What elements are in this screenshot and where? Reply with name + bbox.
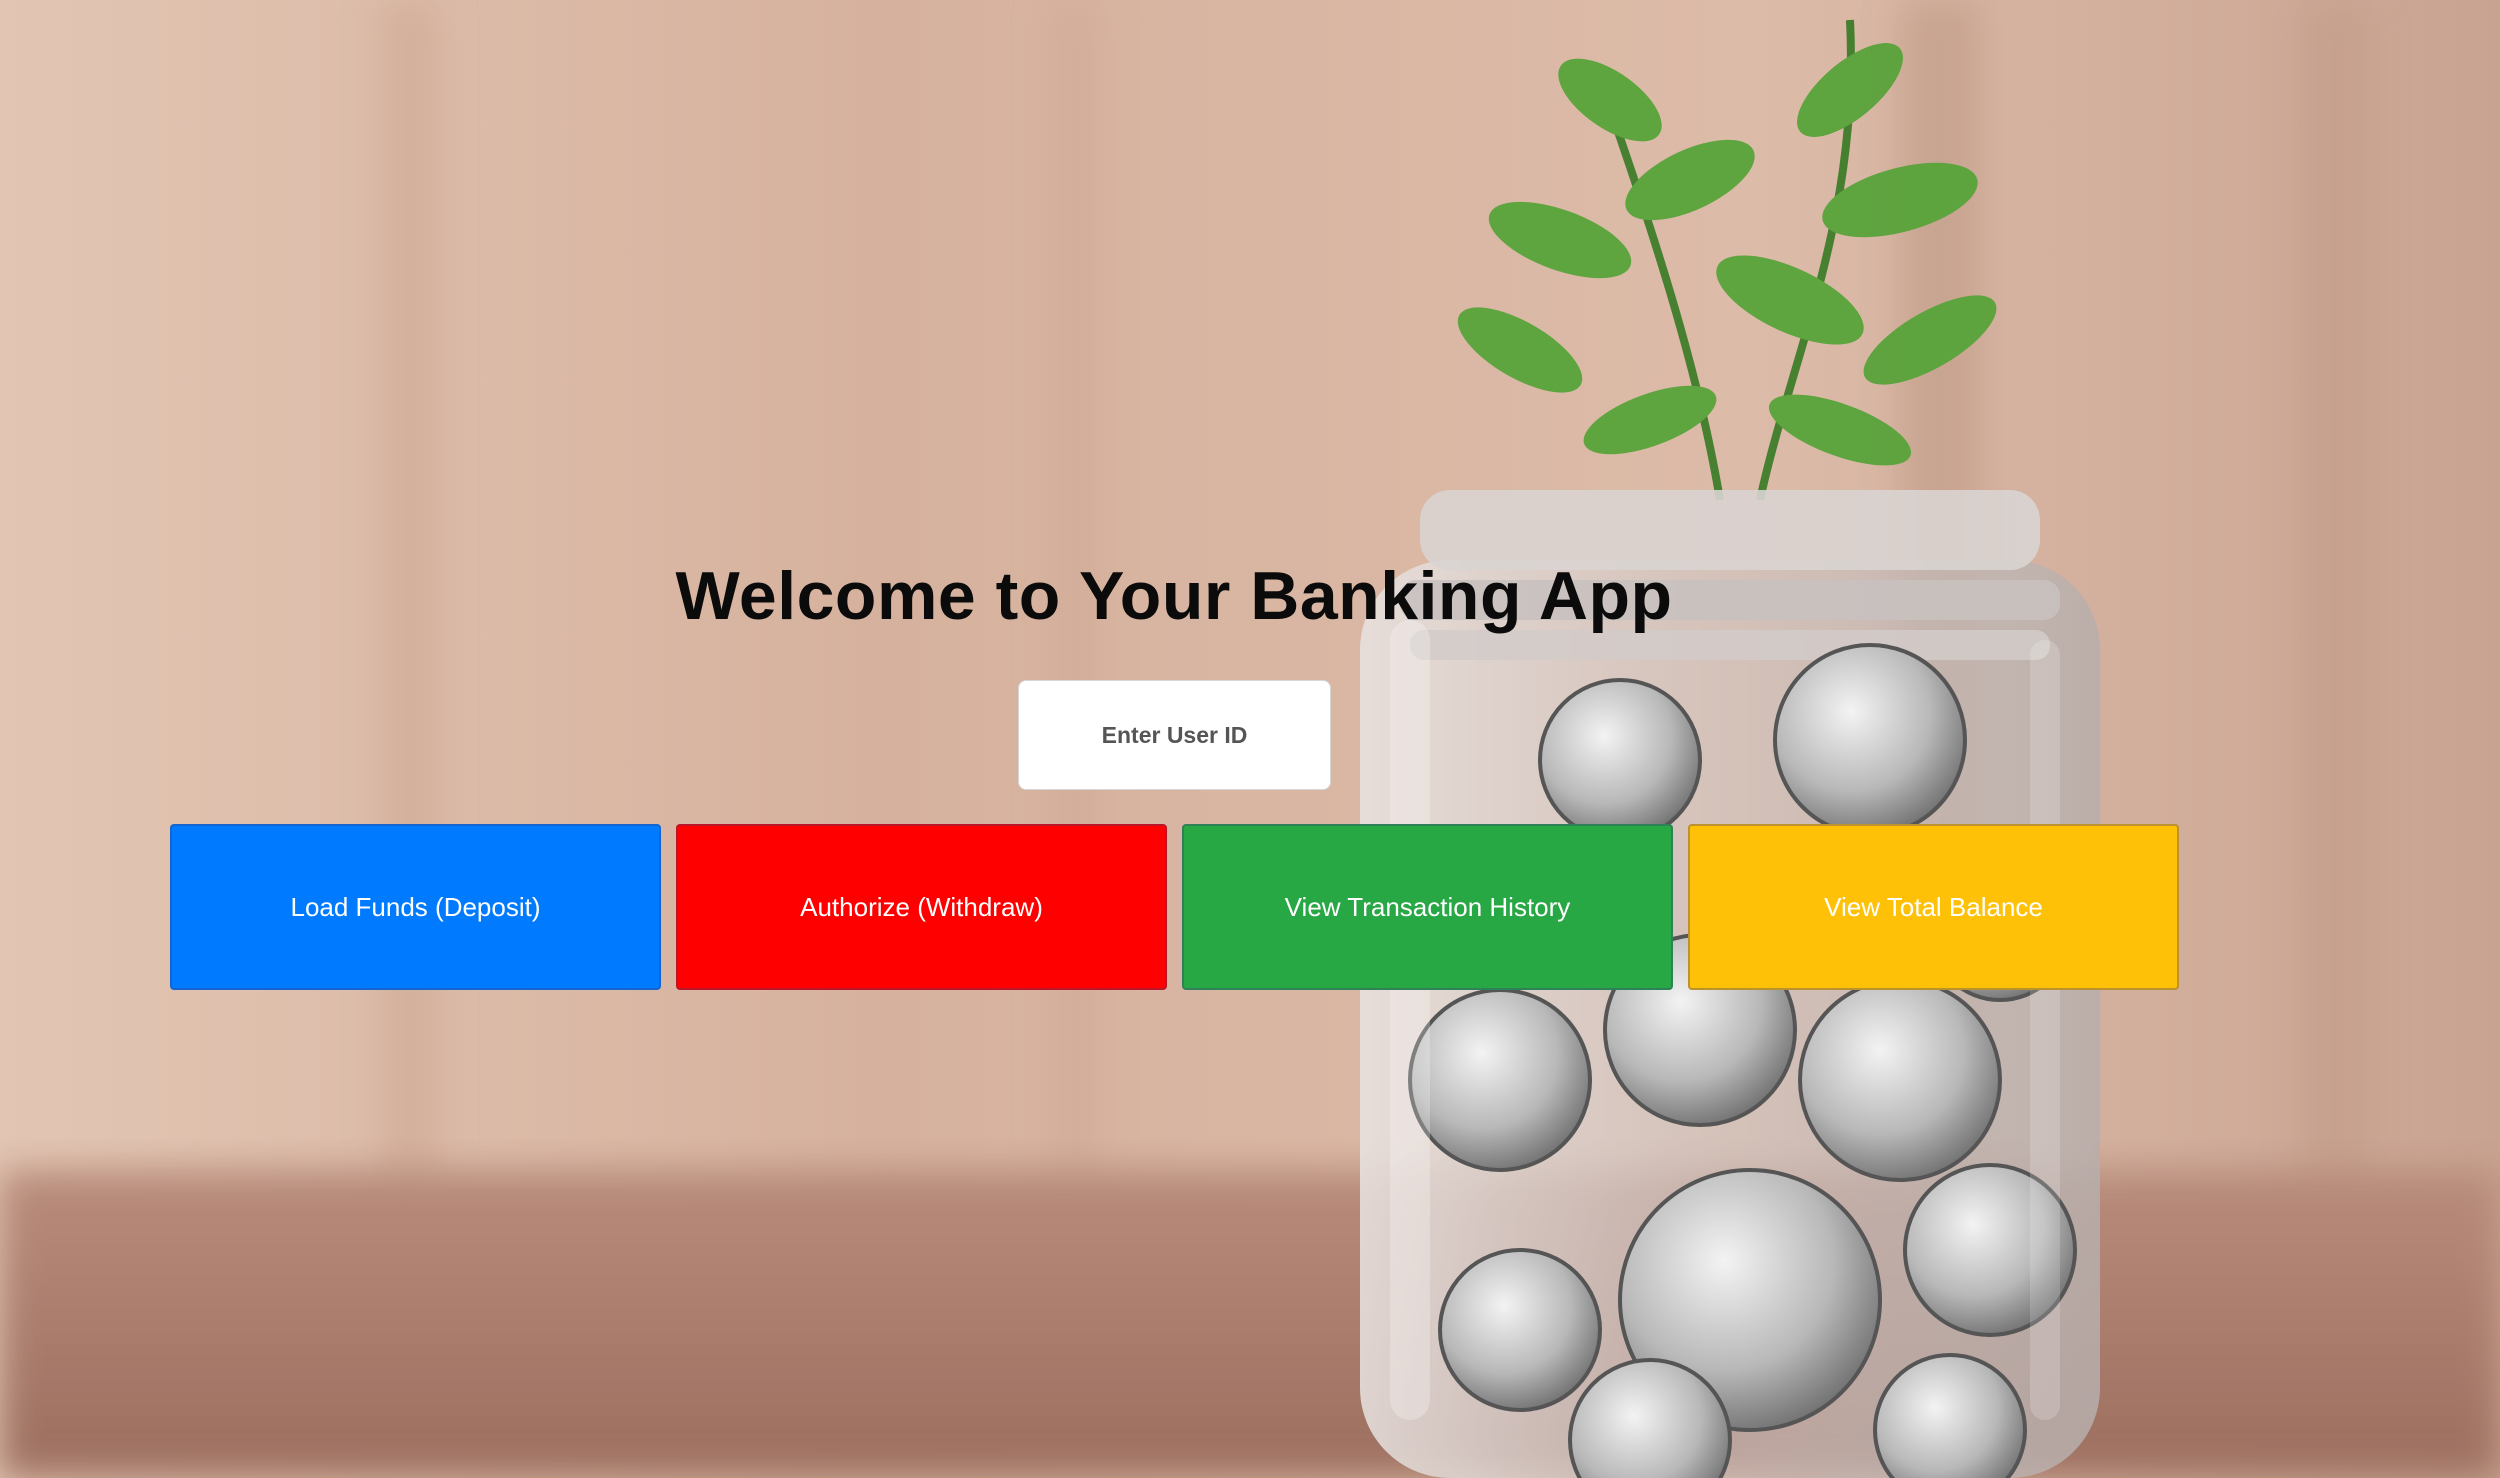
view-transaction-history-button[interactable]: View Transaction History bbox=[1182, 824, 1673, 990]
page-title: Welcome to Your Banking App bbox=[675, 558, 1673, 634]
load-funds-button[interactable]: Load Funds (Deposit) bbox=[170, 824, 661, 990]
user-id-input[interactable] bbox=[1018, 680, 1331, 790]
authorize-withdraw-button[interactable]: Authorize (Withdraw) bbox=[676, 824, 1167, 990]
view-total-balance-button[interactable]: View Total Balance bbox=[1688, 824, 2179, 990]
